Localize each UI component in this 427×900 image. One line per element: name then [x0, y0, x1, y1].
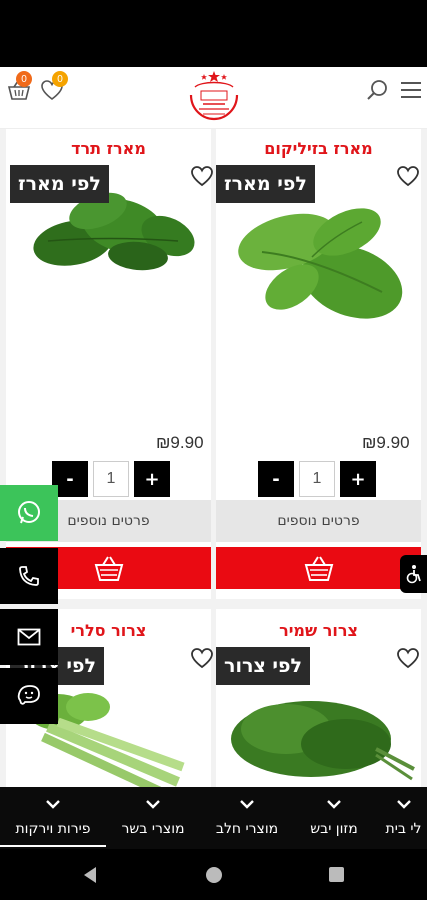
active-tab-indicator [0, 845, 106, 847]
nav-item-dry-food[interactable]: מזון יבש [296, 787, 372, 849]
menu-button[interactable] [396, 75, 426, 105]
waze-button[interactable] [0, 668, 58, 724]
app-screen: 0 0 מארז בזיליקום לפי מארז ₪9.90 - 1 + פ… [0, 0, 427, 900]
category-nav: פירות וירקות מוצרי בשר מוצרי חלב מזון יב… [0, 787, 427, 849]
chevron-down-icon [46, 800, 60, 809]
accessibility-button[interactable] [400, 555, 427, 593]
heart-outline-icon[interactable] [396, 647, 420, 669]
whatsapp-icon [18, 501, 40, 524]
home-icon[interactable] [205, 866, 223, 884]
waze-icon [17, 685, 40, 705]
chevron-down-icon [396, 800, 411, 809]
status-bar [0, 0, 427, 67]
chevron-down-icon [327, 800, 341, 809]
product-card[interactable]: צרור שמיר לפי צרור [216, 609, 421, 787]
whatsapp-button[interactable] [0, 485, 58, 541]
increase-button[interactable]: + [134, 461, 170, 497]
nav-item-household[interactable]: לי בית [380, 787, 427, 849]
nav-label: לי בית [385, 821, 422, 837]
product-title[interactable]: צרור שמיר [216, 621, 421, 640]
back-icon[interactable] [82, 866, 98, 884]
nav-item-dairy[interactable]: מוצרי חלב [204, 787, 290, 849]
nav-label: מוצרי בשר [121, 821, 185, 837]
nav-label: מוצרי חלב [215, 821, 279, 837]
hamburger-menu-icon [401, 82, 421, 98]
recents-icon[interactable] [328, 866, 345, 883]
search-icon [367, 80, 387, 100]
chevron-down-icon [146, 800, 160, 809]
increase-button[interactable]: + [340, 461, 376, 497]
system-nav-bar [0, 849, 427, 900]
unit-tag: לפי מארז [216, 165, 315, 203]
search-button[interactable] [362, 75, 392, 105]
phone-icon [19, 566, 39, 586]
more-details-button[interactable]: פרטים נוספים [216, 500, 421, 542]
cart-count-badge: 0 [16, 71, 32, 87]
phone-button[interactable] [0, 548, 58, 604]
heart-outline-icon[interactable] [396, 165, 420, 187]
basil-image [238, 208, 403, 319]
quantity-stepper: - 1 + [258, 461, 376, 497]
store-logo[interactable] [185, 69, 243, 125]
quantity-stepper: - 1 + [52, 461, 170, 497]
unit-tag: לפי מארז [10, 165, 109, 203]
quantity-input[interactable]: 1 [299, 461, 335, 497]
heart-outline-icon[interactable] [190, 647, 214, 669]
dill-image [231, 701, 415, 781]
product-price: ₪9.90 [156, 433, 204, 452]
product-price: ₪9.90 [362, 433, 410, 452]
email-icon [17, 628, 41, 646]
basket-icon [304, 556, 333, 581]
add-to-cart-button[interactable] [216, 547, 421, 589]
product-title[interactable]: מארז תרד [6, 139, 211, 158]
wishlist-count-badge: 0 [52, 71, 68, 87]
product-grid: מארז בזיליקום לפי מארז ₪9.90 - 1 + פרטים… [0, 129, 427, 787]
nav-label: פירות וירקות [15, 821, 91, 837]
nav-item-meat[interactable]: מוצרי בשר [110, 787, 196, 849]
unit-tag: לפי צרור [216, 647, 311, 685]
email-button[interactable] [0, 609, 58, 665]
product-card[interactable]: מארז בזיליקום לפי מארז ₪9.90 - 1 + פרטים… [216, 129, 421, 599]
nav-label: מזון יבש [310, 821, 358, 837]
quantity-input[interactable]: 1 [93, 461, 129, 497]
decrease-button[interactable]: - [258, 461, 294, 497]
chevron-down-icon [240, 800, 254, 809]
basket-icon [94, 556, 123, 581]
accessibility-icon [406, 565, 421, 584]
product-title[interactable]: מארז בזיליקום [216, 139, 421, 158]
nav-item-fruits-vegetables[interactable]: פירות וירקות [0, 787, 106, 849]
top-header: 0 0 [0, 67, 427, 129]
